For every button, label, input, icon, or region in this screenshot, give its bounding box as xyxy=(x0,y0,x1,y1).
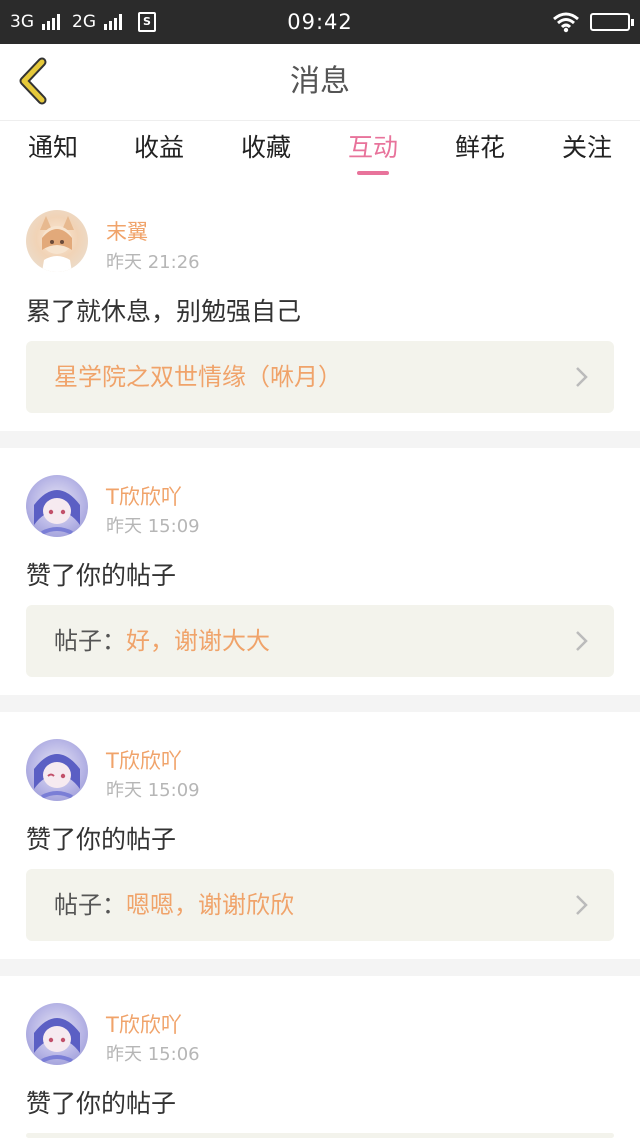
username[interactable]: T欣欣吖 xyxy=(106,1009,182,1039)
chevron-right-icon xyxy=(576,895,588,915)
status-time: 09:42 xyxy=(287,10,353,34)
tab-favorites[interactable]: 收藏 xyxy=(213,121,319,179)
avatar[interactable] xyxy=(26,739,88,801)
avatar[interactable] xyxy=(26,210,88,272)
ref-prefix: 帖子： xyxy=(54,891,126,919)
message-text: 赞了你的帖子 xyxy=(26,1089,177,1118)
timestamp: 昨天 15:09 xyxy=(106,516,200,537)
tab-notifications[interactable]: 通知 xyxy=(0,121,106,179)
timestamp: 昨天 15:09 xyxy=(106,780,200,801)
avatar-illustration-icon xyxy=(34,490,80,535)
ref-title: 星学院之双世情缘（咻月） xyxy=(54,363,342,391)
message-item: T欣欣吖 昨天 15:06 赞了你的帖子 xyxy=(0,976,640,1138)
message-item: T欣欣吖 昨天 15:09 赞了你的帖子 帖子：嗯嗯，谢谢欣欣 xyxy=(0,712,640,959)
avatar-illustration-icon xyxy=(34,1018,80,1063)
username[interactable]: T欣欣吖 xyxy=(106,481,182,511)
divider xyxy=(0,959,640,976)
avatar[interactable] xyxy=(26,1003,88,1065)
status-bar: 3G 2G S 09:42 xyxy=(0,0,640,44)
wifi-icon xyxy=(553,12,579,33)
tab-earnings[interactable]: 收益 xyxy=(106,121,212,179)
tab-following[interactable]: 关注 xyxy=(534,121,640,179)
message-text: 累了就休息，别勉强自己 xyxy=(26,297,302,326)
divider xyxy=(0,431,640,448)
avatar-illustration-icon xyxy=(34,754,80,799)
timestamp: 昨天 15:06 xyxy=(106,1044,200,1065)
referenced-post[interactable] xyxy=(26,1133,614,1138)
divider xyxy=(0,695,640,712)
username[interactable]: T欣欣吖 xyxy=(106,745,182,775)
ref-text: 星学院之双世情缘（咻月） xyxy=(54,341,342,413)
ref-text: 帖子：嗯嗯，谢谢欣欣 xyxy=(54,869,294,941)
timestamp: 昨天 21:26 xyxy=(106,252,200,273)
chevron-right-icon xyxy=(576,631,588,651)
battery-icon xyxy=(590,13,634,31)
tab-flowers[interactable]: 鲜花 xyxy=(427,121,533,179)
avatar-illustration-icon xyxy=(40,216,74,272)
referenced-post[interactable]: 帖子：嗯嗯，谢谢欣欣 xyxy=(26,869,614,941)
tab-interactions[interactable]: 互动 xyxy=(320,121,426,179)
tab-bar: 通知 收益 收藏 互动 鲜花 关注 xyxy=(0,121,640,179)
message-text: 赞了你的帖子 xyxy=(26,825,177,854)
username[interactable]: 末翼 xyxy=(106,216,148,246)
ref-prefix: 帖子： xyxy=(54,627,126,655)
ref-title: 好，谢谢大大 xyxy=(126,627,270,655)
chevron-right-icon xyxy=(576,367,588,387)
header: 消息 xyxy=(0,44,640,121)
status-right xyxy=(552,0,634,44)
message-text: 赞了你的帖子 xyxy=(26,561,177,590)
message-item: T欣欣吖 昨天 15:09 赞了你的帖子 帖子：好，谢谢大大 xyxy=(0,448,640,695)
referenced-work[interactable]: 星学院之双世情缘（咻月） xyxy=(26,341,614,413)
message-item: 末翼 昨天 21:26 累了就休息，别勉强自己 星学院之双世情缘（咻月） xyxy=(0,180,640,431)
page-title: 消息 xyxy=(290,64,350,99)
avatar[interactable] xyxy=(26,475,88,537)
referenced-post[interactable]: 帖子：好，谢谢大大 xyxy=(26,605,614,677)
ref-text: 帖子：好，谢谢大大 xyxy=(54,605,270,677)
ref-title: 嗯嗯，谢谢欣欣 xyxy=(126,891,294,919)
